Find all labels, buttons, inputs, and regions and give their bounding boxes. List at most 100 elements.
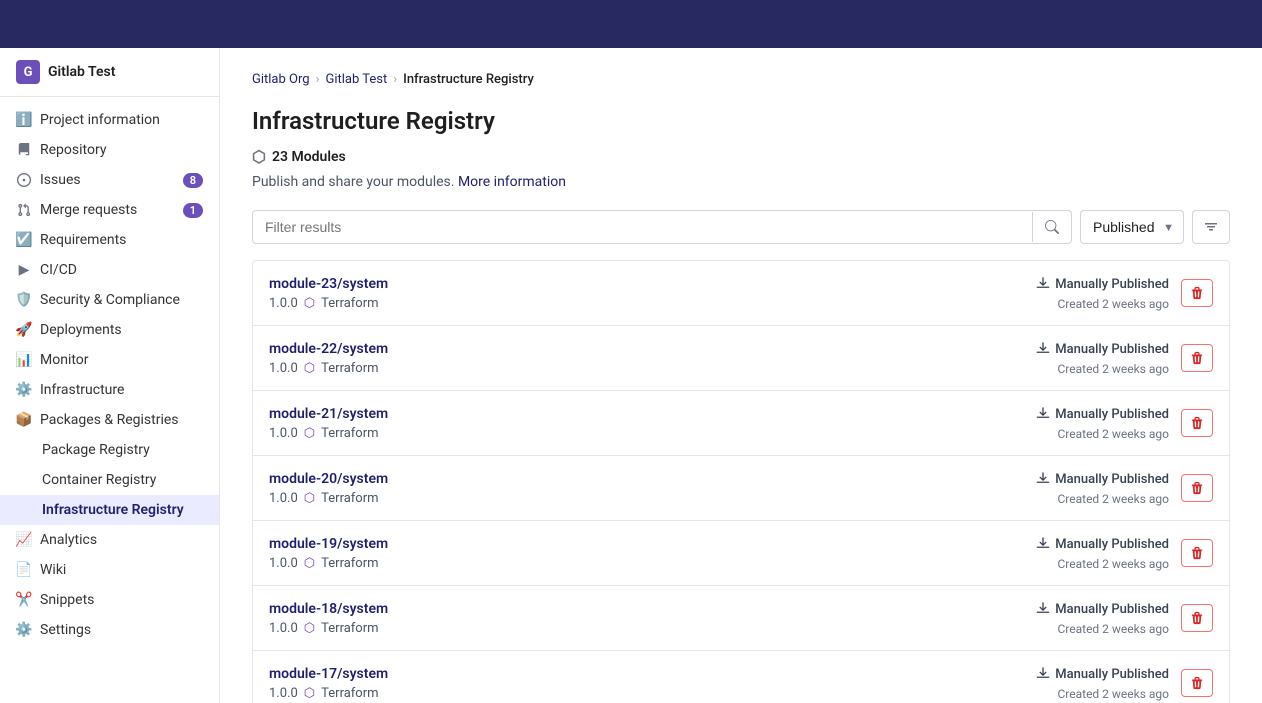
modules-count-label: 23 Modules xyxy=(272,149,346,165)
sidebar-item-infrastructure[interactable]: ⚙️ Infrastructure xyxy=(0,375,219,405)
published-label: Manually Published xyxy=(1036,600,1169,618)
delete-button[interactable] xyxy=(1181,474,1213,502)
repository-icon xyxy=(16,142,32,158)
sidebar-item-issues[interactable]: Issues 8 xyxy=(0,165,219,195)
modules-list: module-23/system 1.0.0 ⬡ Terraform Manua… xyxy=(252,260,1230,703)
module-name[interactable]: module-20/system xyxy=(269,471,1036,487)
terraform-icon: ⬡ xyxy=(304,426,315,441)
sidebar-item-label: Security & Compliance xyxy=(40,292,180,308)
module-name[interactable]: module-18/system xyxy=(269,601,1036,617)
module-provider: Terraform xyxy=(321,426,378,441)
sidebar-item-label: Merge requests xyxy=(40,202,137,218)
sidebar-item-label: Snippets xyxy=(40,592,94,608)
status-text: Manually Published xyxy=(1055,277,1169,292)
breadcrumb-sep-1: › xyxy=(316,72,320,87)
page-title: Infrastructure Registry xyxy=(252,107,1230,135)
publish-text: Publish and share your modules. xyxy=(252,174,454,190)
packages-icon: 📦 xyxy=(16,412,32,428)
created-text: Created 2 weeks ago xyxy=(1057,427,1169,441)
delete-button[interactable] xyxy=(1181,344,1213,372)
module-status: Manually Published Created 2 weeks ago xyxy=(1036,340,1169,376)
issues-badge: 8 xyxy=(183,173,203,188)
sidebar-sub-item-infrastructure-registry[interactable]: Infrastructure Registry xyxy=(0,495,219,525)
published-label: Manually Published xyxy=(1036,535,1169,553)
sidebar-item-requirements[interactable]: ☑️ Requirements xyxy=(0,225,219,255)
sidebar-item-settings[interactable]: ⚙️ Settings xyxy=(0,615,219,645)
terraform-icon: ⬡ xyxy=(304,556,315,571)
sidebar-item-repository[interactable]: Repository xyxy=(0,135,219,165)
terraform-icon: ⬡ xyxy=(304,361,315,376)
published-label: Manually Published xyxy=(1036,275,1169,293)
upload-icon xyxy=(1036,535,1050,553)
sidebar-item-monitor[interactable]: 📊 Monitor xyxy=(0,345,219,375)
module-info: module-22/system 1.0.0 ⬡ Terraform xyxy=(269,341,1036,376)
requirements-icon: ☑️ xyxy=(16,232,32,248)
delete-button[interactable] xyxy=(1181,669,1213,697)
breadcrumb-gitlab-org[interactable]: Gitlab Org xyxy=(252,72,310,87)
sidebar-item-merge-requests[interactable]: Merge requests 1 xyxy=(0,195,219,225)
module-name[interactable]: module-19/system xyxy=(269,536,1036,552)
module-info: module-23/system 1.0.0 ⬡ Terraform xyxy=(269,276,1036,311)
delete-button[interactable] xyxy=(1181,409,1213,437)
delete-button[interactable] xyxy=(1181,279,1213,307)
terraform-icon: ⬡ xyxy=(304,491,315,506)
brand-name: Gitlab Test xyxy=(48,64,115,80)
cicd-icon: ▶ xyxy=(16,262,32,278)
created-text: Created 2 weeks ago xyxy=(1057,297,1169,311)
upload-icon xyxy=(1036,665,1050,683)
sidebar-item-project-information[interactable]: ℹ️ Project information xyxy=(0,105,219,135)
sidebar-sub-item-container-registry[interactable]: Container Registry xyxy=(0,465,219,495)
sidebar: G Gitlab Test ℹ️ Project information Rep… xyxy=(0,48,220,703)
created-text: Created 2 weeks ago xyxy=(1057,622,1169,636)
module-status: Manually Published Created 2 weeks ago xyxy=(1036,535,1169,571)
module-meta: 1.0.0 ⬡ Terraform xyxy=(269,686,1036,701)
sidebar-item-wiki[interactable]: 📄 Wiki xyxy=(0,555,219,585)
breadcrumb-gitlab-test[interactable]: Gitlab Test xyxy=(325,72,387,87)
module-name[interactable]: module-22/system xyxy=(269,341,1036,357)
table-row: module-21/system 1.0.0 ⬡ Terraform Manua… xyxy=(253,391,1229,456)
search-input[interactable] xyxy=(253,211,1032,243)
module-meta: 1.0.0 ⬡ Terraform xyxy=(269,491,1036,506)
wiki-icon: 📄 xyxy=(16,562,32,578)
created-text: Created 2 weeks ago xyxy=(1057,557,1169,571)
module-provider: Terraform xyxy=(321,491,378,506)
delete-button[interactable] xyxy=(1181,539,1213,567)
sub-item-label: Package Registry xyxy=(42,442,150,458)
module-provider: Terraform xyxy=(321,621,378,636)
created-text: Created 2 weeks ago xyxy=(1057,687,1169,701)
sub-item-label: Container Registry xyxy=(42,472,156,488)
status-filter-select[interactable]: Published All xyxy=(1080,210,1184,244)
module-name[interactable]: module-23/system xyxy=(269,276,1036,292)
sidebar-item-cicd[interactable]: ▶ CI/CD xyxy=(0,255,219,285)
module-version: 1.0.0 xyxy=(269,556,298,571)
module-status: Manually Published Created 2 weeks ago xyxy=(1036,405,1169,441)
publish-info: Publish and share your modules. More inf… xyxy=(252,174,1230,190)
search-button[interactable] xyxy=(1032,212,1071,242)
sidebar-item-deployments[interactable]: 🚀 Deployments xyxy=(0,315,219,345)
sidebar-item-label: Wiki xyxy=(40,562,66,578)
published-label: Manually Published xyxy=(1036,665,1169,683)
module-meta: 1.0.0 ⬡ Terraform xyxy=(269,621,1036,636)
table-row: module-23/system 1.0.0 ⬡ Terraform Manua… xyxy=(253,261,1229,326)
delete-button[interactable] xyxy=(1181,604,1213,632)
sidebar-item-analytics[interactable]: 📈 Analytics xyxy=(0,525,219,555)
sidebar-item-security-compliance[interactable]: 🛡️ Security & Compliance xyxy=(0,285,219,315)
module-version: 1.0.0 xyxy=(269,296,298,311)
module-name[interactable]: module-17/system xyxy=(269,666,1036,682)
sidebar-item-label: Settings xyxy=(40,622,91,638)
sidebar-item-label: Repository xyxy=(40,142,106,158)
search-container xyxy=(252,210,1072,244)
sidebar-item-label: Monitor xyxy=(40,352,89,368)
module-meta: 1.0.0 ⬡ Terraform xyxy=(269,556,1036,571)
sidebar-sub-item-package-registry[interactable]: Package Registry xyxy=(0,435,219,465)
terraform-icon: ⬡ xyxy=(304,621,315,636)
sidebar-item-label: Packages & Registries xyxy=(40,412,179,428)
sort-button[interactable] xyxy=(1192,210,1230,244)
more-info-link[interactable]: More information xyxy=(458,174,566,190)
sidebar-item-snippets[interactable]: ✂️ Snippets xyxy=(0,585,219,615)
breadcrumb: Gitlab Org › Gitlab Test › Infrastructur… xyxy=(252,72,1230,87)
module-version: 1.0.0 xyxy=(269,361,298,376)
sidebar-item-packages-registries[interactable]: 📦 Packages & Registries xyxy=(0,405,219,435)
module-name[interactable]: module-21/system xyxy=(269,406,1036,422)
sidebar-brand[interactable]: G Gitlab Test xyxy=(0,48,219,97)
